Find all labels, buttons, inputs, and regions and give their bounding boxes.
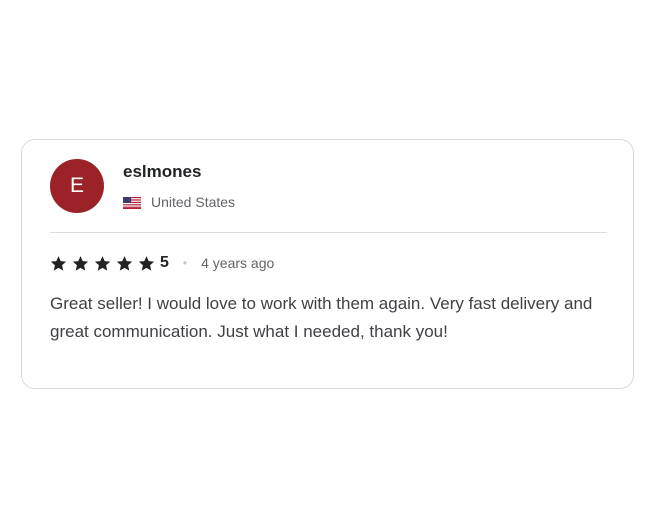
avatar-letter: E [69,174,84,197]
username[interactable]: eslmones [123,162,235,182]
user-info: eslmones United States [123,162,235,210]
country-name: United States [151,194,236,210]
us-flag-icon [123,196,141,209]
star-icon [94,255,111,271]
star-rating [50,255,160,272]
separator-dot: • [182,256,188,270]
star-icon [50,255,67,271]
divider [50,232,607,233]
review-time: 4 years ago [201,255,275,271]
avatar[interactable]: E [50,159,104,213]
rating-value: 5 [160,254,169,271]
review-header: E eslmones United States [50,159,235,213]
star-icon [116,255,133,271]
review-text: Great seller! I would love to work with … [50,294,593,341]
review-card: E eslmones United States 5 • 4 years ago… [21,139,634,389]
star-icon [72,255,89,271]
country-row: United States [123,194,235,210]
rating-row: 5 • 4 years ago [50,253,274,273]
star-icon [138,255,155,271]
